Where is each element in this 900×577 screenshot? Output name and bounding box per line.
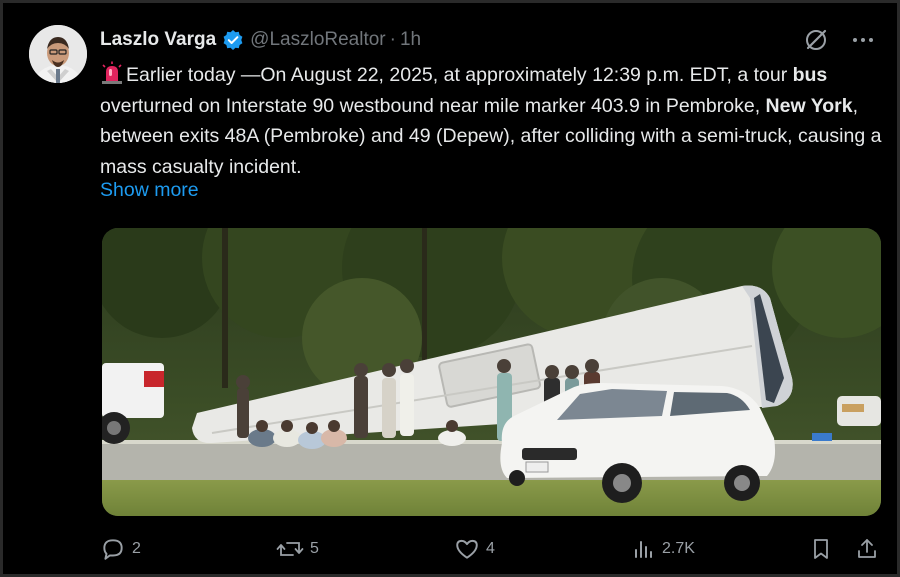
tweet-media-image[interactable] [102,228,881,516]
action-bar: 2 5 4 2.7K [100,533,885,565]
post-time[interactable]: 1h [400,29,421,51]
reply-button[interactable]: 2 [100,533,141,565]
reply-icon [103,539,123,560]
accident-photo [102,228,881,516]
more-icon[interactable] [851,28,875,57]
like-button[interactable]: 4 [454,533,495,565]
author-name[interactable]: Laszlo Varga [100,29,216,51]
views-count: 2.7K [662,540,695,557]
tweet-card: Laszlo Varga @LaszloRealtor · 1h Earlier… [0,0,900,577]
bookmark-button[interactable] [810,533,838,565]
bookmark-icon [814,539,828,559]
verified-badge-icon [222,29,244,51]
grok-icon[interactable] [803,27,829,58]
tweet-text: Earlier today —On August 22, 2025, at ap… [100,60,885,182]
like-count: 4 [486,540,495,557]
avatar-image [29,25,87,83]
author-handle[interactable]: @LaszloRealtor [250,29,385,51]
repost-icon [276,542,304,556]
avatar[interactable] [29,25,87,83]
police-light-icon [100,61,124,85]
views-icon [635,541,652,558]
show-more-link[interactable]: Show more [100,179,199,202]
tweet-text-part: Earlier today —On August 22, 2025, at ap… [126,64,793,86]
tweet-bold-bus: bus [792,64,828,86]
repost-count: 5 [310,540,319,557]
top-icons [803,27,875,58]
tweet-text-part: overturned on Interstate 90 westbound ne… [100,94,766,117]
tweet-header: Laszlo Varga @LaszloRealtor · 1h [100,25,421,55]
repost-button[interactable]: 5 [276,533,319,565]
views-button[interactable]: 2.7K [632,533,695,565]
share-button[interactable] [855,533,885,565]
reply-count: 2 [132,540,141,557]
separator-dot: · [389,29,396,50]
tweet-bold-new-york: New York [765,94,853,117]
share-icon [858,539,876,558]
heart-icon [456,539,478,559]
